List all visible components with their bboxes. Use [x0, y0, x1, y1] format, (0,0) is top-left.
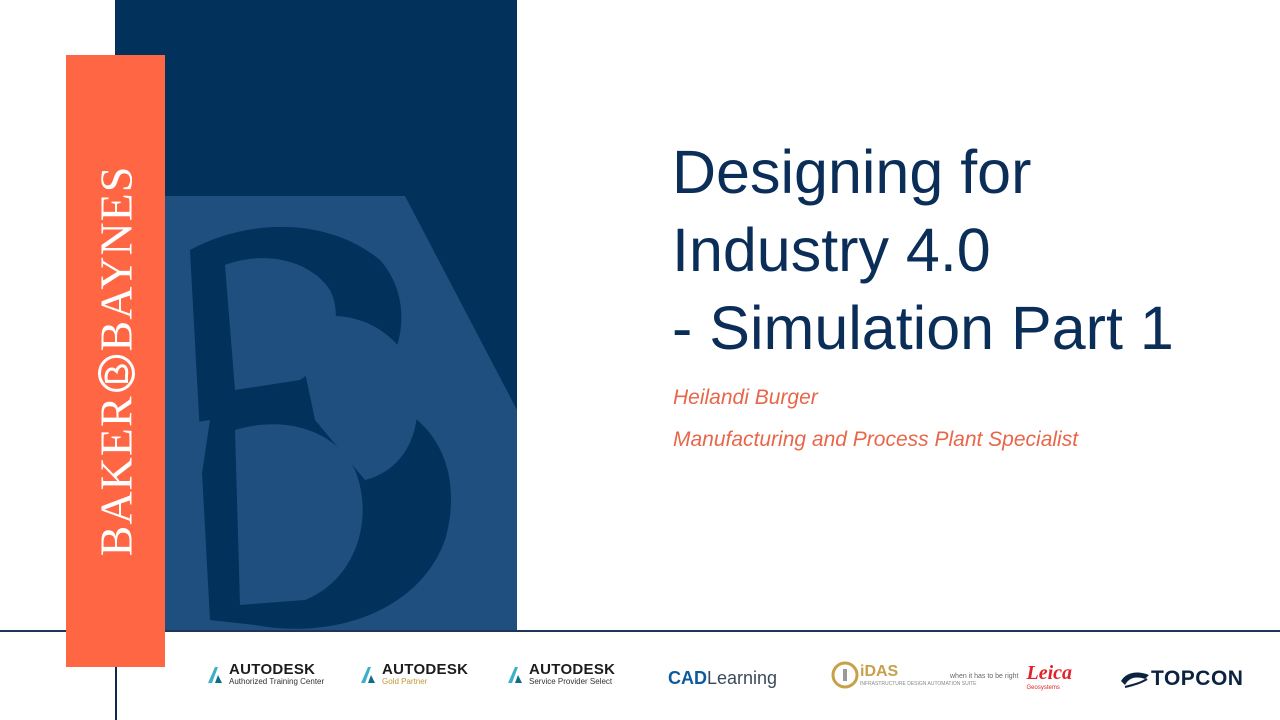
- autodesk-icon: [361, 666, 375, 683]
- brand-monogram-icon: [97, 354, 134, 392]
- topcon-logo: TOPCON: [1119, 667, 1243, 691]
- autodesk-icon: [208, 666, 222, 683]
- title-line-2: Industry 4.0: [672, 216, 991, 284]
- brand-bar: BAKER BAYNES: [66, 55, 165, 667]
- brand-logo: BAKER BAYNES: [89, 166, 142, 557]
- brand-name-baynes: BAYNES: [90, 165, 141, 352]
- autodesk-name: AUTODESK: [382, 661, 469, 678]
- navy-panel: [115, 0, 517, 632]
- leica-logo: when it has to be right Leica Geosystems: [950, 662, 1072, 691]
- cadlearning-suffix: Learning: [707, 668, 778, 688]
- autodesk-name: AUTODESK: [529, 661, 616, 678]
- monogram-watermark: [145, 196, 517, 632]
- autodesk-icon: [508, 666, 522, 683]
- title-line-3: - Simulation Part 1: [672, 294, 1174, 362]
- brand-name-baker: BAKER: [90, 395, 141, 557]
- presenter-role: Manufacturing and Process Plant Speciali…: [673, 428, 1079, 451]
- leica-sub: Geosystems: [1026, 685, 1060, 691]
- cadlearning-prefix: CAD: [668, 668, 707, 688]
- slide-title: Designing for Industry 4.0 - Simulation …: [672, 133, 1272, 367]
- bottom-divider: [0, 630, 1280, 632]
- partner-logos: AUTODESK Authorized Training Center AUTO…: [0, 640, 1280, 720]
- presenter-name: Heilandi Burger: [673, 386, 818, 409]
- autodesk-name: AUTODESK: [229, 661, 316, 678]
- autodesk-gold-logo: AUTODESK Gold Partner: [359, 662, 468, 687]
- autodesk-sps-logo: AUTODESK Service Provider Select: [506, 662, 615, 687]
- autodesk-sub: Service Provider Select: [529, 677, 613, 686]
- topcon-icon: [1121, 672, 1149, 688]
- topcon-name: TOPCON: [1151, 667, 1244, 690]
- cadlearning-logo: CADLearning: [668, 668, 777, 689]
- autodesk-sub: Gold Partner: [382, 677, 428, 686]
- autodesk-atc-logo: AUTODESK Authorized Training Center: [206, 662, 324, 687]
- title-line-1: Designing for: [672, 138, 1032, 206]
- leica-name: Leica: [1026, 662, 1073, 684]
- idas-icon: [831, 661, 859, 689]
- autodesk-sub: Authorized Training Center: [229, 677, 325, 686]
- leica-tagline: when it has to be right: [950, 673, 1019, 680]
